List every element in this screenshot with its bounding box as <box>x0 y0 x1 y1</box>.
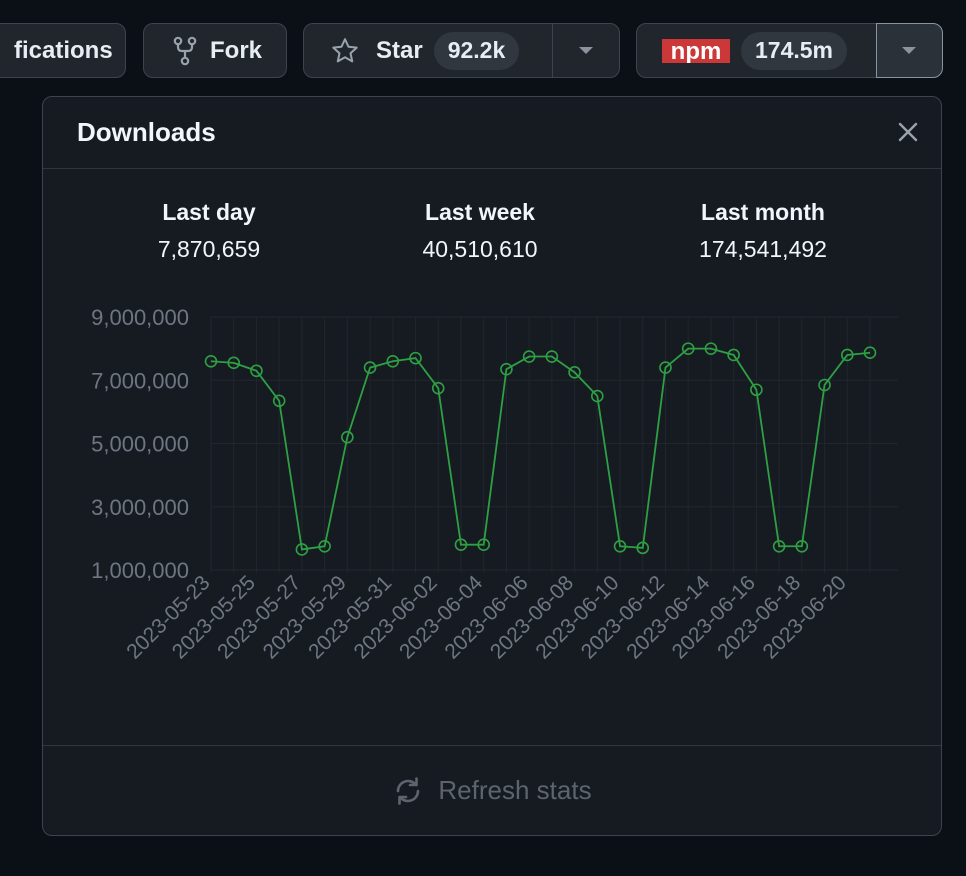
notifications-label: fications <box>14 36 113 64</box>
stat-last-month: Last month 174,541,492 <box>653 199 873 263</box>
stat-label: Last week <box>425 199 535 225</box>
refresh-icon <box>397 776 420 805</box>
popover-title: Downloads <box>77 117 216 147</box>
npm-download-count: 174.5m <box>741 31 848 70</box>
star-button-group: Star 92.2k <box>303 23 620 78</box>
fork-label: Fork <box>210 36 263 64</box>
star-icon <box>332 37 358 62</box>
close-icon[interactable] <box>897 121 919 143</box>
fork-button[interactable]: Fork <box>143 23 287 78</box>
refresh-stats-button[interactable]: Refresh stats <box>43 745 941 835</box>
y-tick-label: 7,000,000 <box>91 368 189 393</box>
stat-label: Last day <box>162 199 256 225</box>
y-tick-label: 5,000,000 <box>91 432 189 457</box>
stat-value: 7,870,659 <box>157 236 261 262</box>
stat-value: 174,541,492 <box>699 236 827 262</box>
stat-value: 40,510,610 <box>422 236 538 262</box>
npm-dropdown-toggle[interactable] <box>875 22 943 78</box>
npm-logo-icon: npm <box>662 38 730 63</box>
star-button[interactable]: Star 92.2k <box>304 24 553 77</box>
star-count: 92.2k <box>433 31 520 70</box>
fork-icon <box>173 36 197 65</box>
downloads-popover: Downloads Last day 7,870,659 Last week 4… <box>42 96 942 836</box>
stat-label: Last month <box>701 199 825 225</box>
refresh-stats-label: Refresh stats <box>438 775 592 805</box>
chevron-down-icon <box>579 47 593 54</box>
star-label: Star <box>376 36 423 64</box>
npm-logo-text: npm <box>671 39 722 63</box>
chevron-down-icon <box>902 46 916 54</box>
npm-downloads-button-group: npm 174.5m <box>636 22 943 78</box>
star-list-dropdown[interactable] <box>553 24 619 77</box>
npm-downloads-button[interactable]: npm 174.5m <box>637 24 875 77</box>
stat-last-day: Last day 7,870,659 <box>109 199 309 263</box>
y-tick-label: 3,000,000 <box>91 495 189 520</box>
notifications-button[interactable]: fications <box>0 23 126 78</box>
y-tick-label: 1,000,000 <box>91 558 189 583</box>
series-line <box>210 347 871 551</box>
stat-last-week: Last week 40,510,610 <box>380 199 580 263</box>
y-tick-label: 9,000,000 <box>91 305 189 330</box>
popover-header: Downloads <box>43 97 941 169</box>
downloads-line-chart: 9,000,000 7,000,000 5,000,000 3,000,000 1,00… <box>91 305 898 663</box>
